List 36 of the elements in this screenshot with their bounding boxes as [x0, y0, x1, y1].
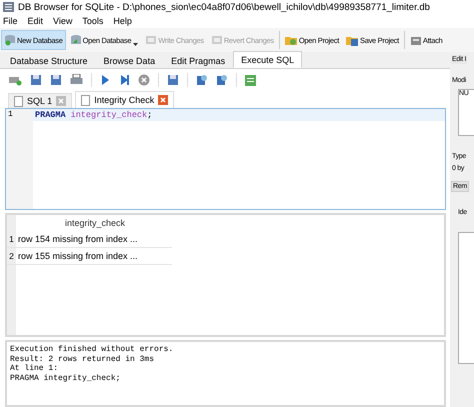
code-text: ; — [147, 110, 152, 120]
folder-icon — [284, 34, 298, 46]
printer-icon[interactable] — [70, 74, 83, 86]
search-icon[interactable] — [196, 74, 208, 86]
menu-item[interactable]: Tools — [82, 16, 104, 26]
menu-item[interactable]: File — [3, 16, 18, 26]
editor-tab[interactable]: SQL 1 — [8, 93, 72, 108]
play-icon[interactable] — [100, 74, 111, 86]
close-icon[interactable] — [158, 95, 168, 105]
row-number: 1 — [8, 234, 15, 244]
code-text: PRAGMA — [35, 110, 66, 120]
dropdown-icon — [133, 43, 138, 46]
sql-editor[interactable]: 1 PRAGMA integrity_check; — [5, 108, 446, 210]
side-field[interactable] — [458, 232, 474, 364]
step-icon[interactable] — [119, 74, 130, 86]
tab[interactable]: Execute SQL — [233, 51, 302, 68]
editor-tab[interactable]: Integrity Check — [75, 91, 174, 108]
replace-icon[interactable] — [216, 74, 228, 86]
message-line: Execution finished without errors. — [10, 345, 174, 354]
new-tab-icon[interactable] — [9, 74, 22, 86]
code-text: integrity_check — [70, 110, 148, 120]
tab[interactable]: Edit Pragmas — [163, 53, 234, 68]
message-line: At line 1: — [10, 364, 60, 374]
stop-icon[interactable] — [138, 74, 150, 86]
row-number: 2 — [8, 251, 15, 261]
menu-item[interactable]: Edit — [28, 16, 44, 26]
message-line: Result: 2 rows returned in 3ms — [10, 354, 156, 364]
window-title: DB Browser for SQLite - D:\phones_sion\ec04a8f07d06\bewell_ichilov\db\49989358771_limiter.db — [18, 2, 430, 12]
line-number: 1 — [7, 110, 14, 119]
menu-item[interactable]: View — [53, 16, 72, 26]
message-line: PRAGMA integrity_check; — [10, 374, 122, 383]
tab[interactable]: Browse Data — [96, 53, 164, 68]
column-header[interactable]: integrity_check — [16, 218, 172, 228]
tab[interactable]: Database Structure — [2, 53, 96, 68]
list-icon[interactable] — [245, 74, 256, 86]
menu-item[interactable]: Help — [113, 16, 132, 26]
